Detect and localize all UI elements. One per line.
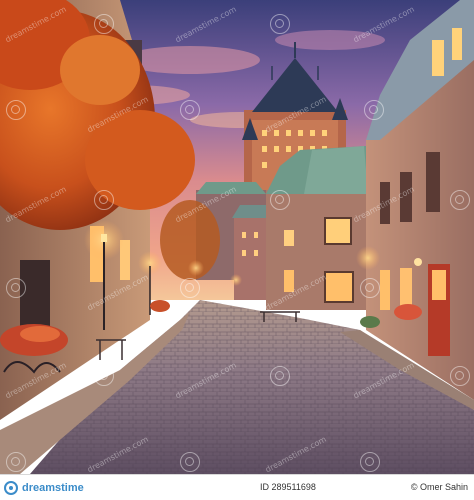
brand-name: dreamstime [22, 482, 84, 494]
dreamstime-logo-icon [4, 481, 18, 495]
image-id: ID 289511698 [260, 482, 316, 492]
footer-bar: dreamstime ID 289511698 © Omer Sahin [0, 474, 474, 500]
green-roof-building [266, 146, 368, 310]
dreamstime-logo[interactable]: dreamstime [4, 479, 84, 497]
photo-old-quebec-street [0, 0, 474, 474]
photo-credit: © Omer Sahin [410, 482, 468, 492]
stock-photo-page: dreamstime.com dreamstime.com dreamstime… [0, 0, 474, 500]
